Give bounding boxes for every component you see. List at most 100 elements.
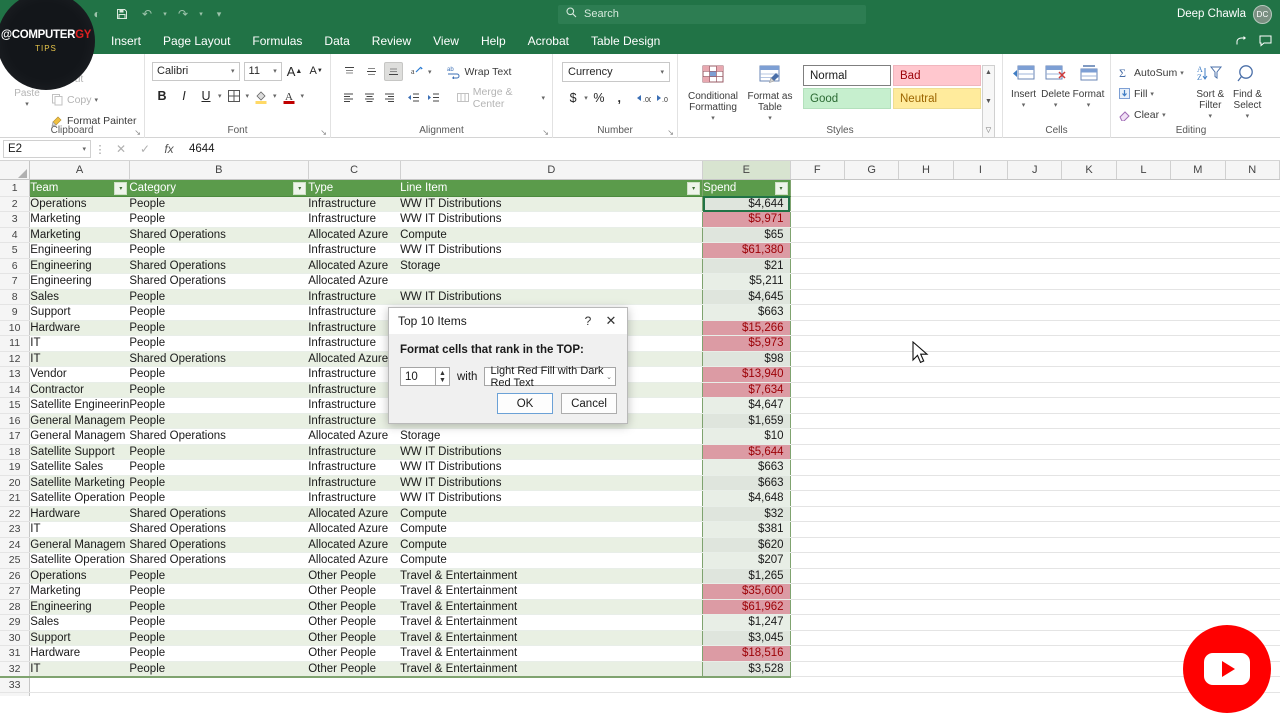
cell-spend[interactable]: $21	[702, 258, 791, 274]
blank-cell[interactable]	[898, 614, 954, 631]
cell-type[interactable]: Infrastructure	[308, 211, 401, 228]
align-bottom-button[interactable]	[384, 62, 403, 81]
blank-cell[interactable]	[790, 676, 845, 693]
cell-team[interactable]: Hardware	[29, 320, 130, 336]
table-row[interactable]: 7 Engineering Shared Operations Allocated A…	[0, 273, 1280, 290]
blank-cell[interactable]	[953, 599, 1008, 615]
cell-team[interactable]: Support	[29, 304, 130, 321]
blank-cell[interactable]	[953, 444, 1008, 460]
cell-item[interactable]: Compute	[400, 521, 703, 538]
style-normal[interactable]: Normal	[803, 65, 891, 86]
blank-cell[interactable]	[1007, 397, 1062, 414]
row-header-15[interactable]: 15	[0, 397, 31, 414]
blank-cell[interactable]	[1116, 227, 1171, 243]
blank-cell[interactable]	[1007, 568, 1062, 584]
blank-cell[interactable]	[702, 676, 791, 693]
cell-team[interactable]: Marketing	[29, 211, 130, 228]
blank-cell[interactable]	[1170, 366, 1225, 383]
row-header-6[interactable]: 6	[0, 258, 31, 274]
blank-cell[interactable]	[790, 583, 845, 600]
align-center-button[interactable]	[360, 88, 377, 107]
blank-cell[interactable]	[1170, 428, 1225, 445]
blank-cell[interactable]	[790, 614, 845, 631]
align-middle-button[interactable]	[362, 62, 381, 81]
tab-table-design[interactable]: Table Design	[580, 30, 671, 54]
cell-item[interactable]: Travel & Entertainment	[400, 583, 703, 600]
blank-cell[interactable]	[790, 475, 845, 491]
cell-category[interactable]: People	[129, 568, 309, 584]
blank-cell[interactable]	[1225, 521, 1280, 538]
cell-type[interactable]: Infrastructure	[308, 304, 401, 321]
blank-cell[interactable]	[1170, 490, 1225, 507]
accounting-caret-icon[interactable]: ▾	[584, 94, 588, 102]
cell-type[interactable]: Infrastructure	[308, 382, 401, 398]
font-dialog-launcher[interactable]: ↘	[320, 128, 327, 137]
blank-cell[interactable]	[1061, 599, 1117, 615]
rank-value-input[interactable]: 10	[400, 367, 436, 386]
blank-cell[interactable]	[898, 583, 954, 600]
blank-cell[interactable]	[1007, 614, 1062, 631]
blank-cell[interactable]	[1007, 475, 1062, 491]
spinner-up-icon[interactable]: ▲	[439, 370, 446, 377]
blank-cell[interactable]	[1170, 242, 1225, 259]
blank-cell[interactable]	[790, 320, 845, 336]
row-header-8[interactable]: 8	[0, 289, 31, 305]
cell-category[interactable]: People	[129, 382, 309, 398]
blank-cell[interactable]	[1007, 273, 1062, 290]
blank-cell[interactable]	[844, 413, 899, 429]
blank-cell[interactable]	[898, 568, 954, 584]
blank-cell[interactable]	[898, 320, 954, 336]
blank-cell[interactable]	[790, 645, 845, 662]
cell-category[interactable]: People	[129, 196, 309, 212]
blank-cell[interactable]	[1170, 413, 1225, 429]
blank-cell[interactable]	[790, 490, 845, 507]
cell-item[interactable]: WW IT Distributions	[400, 444, 703, 460]
merge-center-caret-icon[interactable]: ▾	[541, 94, 545, 102]
cell-spend[interactable]: $4,645	[702, 289, 791, 305]
cell-spend[interactable]: $7,634	[702, 382, 791, 398]
blank-cell[interactable]	[898, 397, 954, 414]
blank-cell[interactable]	[790, 692, 845, 696]
table-row[interactable]: 18 Satellite Support People Infrastructure W…	[0, 444, 1280, 460]
blank-cell[interactable]	[1170, 475, 1225, 491]
blank-cell[interactable]	[1225, 490, 1280, 507]
table-header-type[interactable]: Type	[308, 179, 401, 197]
blank-cell[interactable]	[1225, 320, 1280, 336]
blank-cell[interactable]	[1225, 335, 1280, 352]
blank-cell[interactable]	[1170, 304, 1225, 321]
cell-team[interactable]: General Managem	[29, 413, 130, 429]
cell-spend[interactable]: $381	[702, 521, 791, 538]
row-header-3[interactable]: 3	[0, 211, 31, 228]
blank-cell[interactable]	[1116, 444, 1171, 460]
blank-cell[interactable]	[1007, 242, 1062, 259]
blank-cell[interactable]	[1225, 227, 1280, 243]
blank-cell[interactable]	[1061, 475, 1117, 491]
cell-type[interactable]: Allocated Azure	[308, 351, 401, 367]
search-box[interactable]: Search	[558, 4, 866, 24]
borders-button[interactable]	[224, 86, 244, 106]
cell-team[interactable]: IT	[29, 335, 130, 352]
number-dialog-launcher[interactable]: ↘	[667, 128, 674, 137]
cell-type[interactable]: Allocated Azure	[308, 537, 401, 553]
format-style-caret-icon[interactable]: ⌄	[606, 373, 612, 381]
blank-cell[interactable]	[790, 661, 845, 677]
blank-cell[interactable]	[790, 599, 845, 615]
cell-category[interactable]: People	[129, 320, 309, 336]
cell-category[interactable]: Shared Operations	[129, 273, 309, 290]
blank-cell[interactable]	[1061, 506, 1117, 522]
blank-cell[interactable]	[844, 599, 899, 615]
blank-cell[interactable]	[790, 258, 845, 274]
spinner-down-icon[interactable]: ▼	[439, 377, 446, 384]
decrease-font-size-button[interactable]: A ▼	[307, 61, 325, 81]
blank-cell[interactable]	[844, 444, 899, 460]
font-color-caret-icon[interactable]: ▾	[301, 92, 305, 100]
row-header-34[interactable]: 34	[0, 692, 31, 696]
blank-cell[interactable]	[790, 273, 845, 290]
cell-spend[interactable]: $10	[702, 428, 791, 445]
cell-spend[interactable]: $1,659	[702, 413, 791, 429]
blank-cell[interactable]	[953, 692, 1008, 696]
table-row[interactable]: 16General ManagemPeopleInfrastructureWW …	[0, 413, 1280, 429]
blank-cell[interactable]	[953, 537, 1008, 553]
blank-cell[interactable]	[1061, 382, 1117, 398]
blank-cell[interactable]	[1225, 196, 1280, 212]
